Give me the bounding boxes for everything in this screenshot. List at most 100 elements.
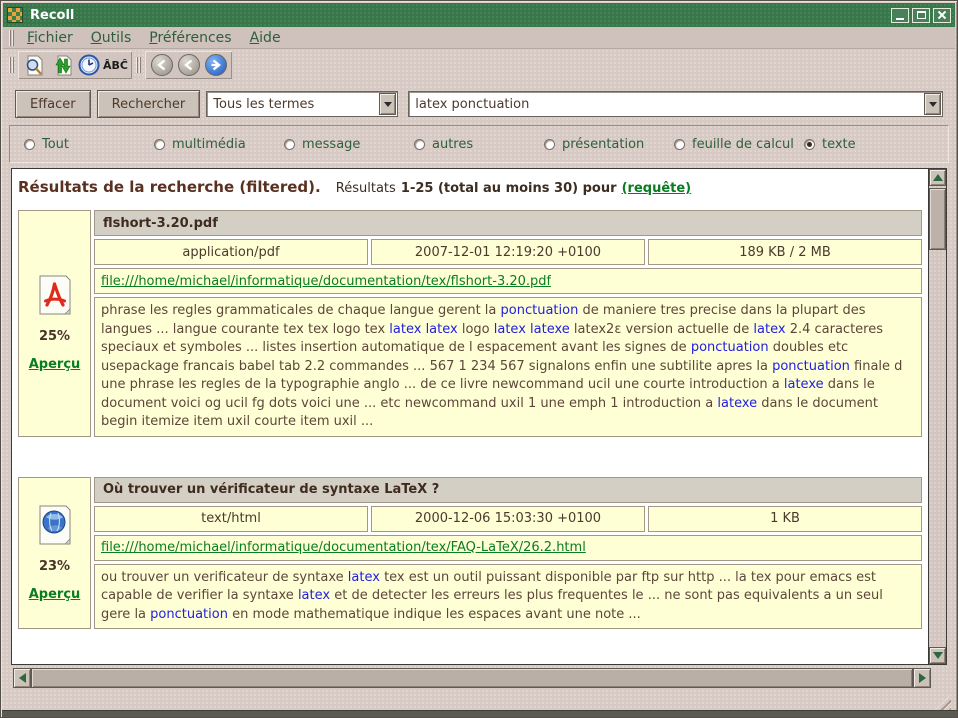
menu-item-0[interactable]: Fichier: [18, 28, 82, 48]
scroll-right-icon: [919, 673, 926, 683]
clear-search-icon[interactable]: [21, 52, 48, 78]
filter-label: texte: [822, 137, 856, 152]
app-checker-icon: [7, 7, 23, 23]
result-date: 2007-12-01 12:19:20 +0100: [371, 239, 645, 265]
window-title: Recoll: [30, 8, 891, 23]
result-title: Où trouver un vérificateur de syntaxe La…: [94, 477, 922, 503]
maximize-button[interactable]: [912, 8, 930, 23]
radio-icon[interactable]: [414, 139, 425, 150]
toolbar-drag-handle-2[interactable]: [136, 57, 141, 73]
scroll-down-button[interactable]: [929, 647, 946, 664]
recoll-window: Recoll FichierOutilsPréférencesAide: [0, 0, 958, 718]
toolbar-drag-handle-1[interactable]: [9, 57, 14, 73]
result-title: flshort-3.20.pdf: [94, 210, 922, 236]
minimize-icon: [896, 18, 904, 20]
result-date: 2000-12-06 15:03:30 +0100: [371, 506, 645, 532]
result-item: 23% Aperçu Où trouver un vérificateur de…: [18, 477, 922, 630]
search-button[interactable]: Rechercher: [97, 90, 201, 118]
result-size: 1 KB: [648, 506, 922, 532]
result-url-cell: file:///home/michael/informatique/docume…: [94, 535, 922, 561]
previous-page-button[interactable]: [175, 52, 202, 78]
history-clock-icon[interactable]: [75, 52, 102, 78]
close-icon: [937, 10, 947, 20]
forward-arrow-icon: [205, 54, 227, 76]
query-type-value: Tous les termes: [207, 97, 379, 112]
document-type-filter: Tout multimédia message autres présentat…: [9, 125, 949, 163]
result-meta-row: text/html 2000-12-06 15:03:30 +0100 1 KB: [94, 506, 922, 532]
radio-icon[interactable]: [154, 139, 165, 150]
filter-label: Tout: [42, 137, 69, 152]
scroll-left-icon: [19, 673, 26, 683]
filter-option-6[interactable]: texte: [804, 137, 934, 152]
scroll-up-button[interactable]: [929, 169, 946, 186]
filter-option-4[interactable]: présentation: [544, 137, 674, 152]
preview-link[interactable]: Aperçu: [29, 357, 81, 372]
search-input[interactable]: [409, 92, 924, 116]
search-history-arrow-icon[interactable]: [924, 93, 941, 115]
first-page-button[interactable]: [148, 52, 175, 78]
filter-option-2[interactable]: message: [284, 137, 414, 152]
menu-item-3[interactable]: Aide: [241, 28, 290, 48]
scroll-right-button[interactable]: [913, 668, 931, 688]
term-explorer-icon[interactable]: ÂBĈ: [102, 52, 129, 78]
next-page-button[interactable]: [202, 52, 229, 78]
radio-icon[interactable]: [284, 139, 295, 150]
scroll-left-button[interactable]: [13, 668, 31, 688]
search-input-combo: [408, 91, 943, 117]
result-snippet: phrase les regles grammaticales de chaqu…: [94, 297, 922, 437]
file-type-icon: [37, 274, 73, 316]
scroll-up-icon: [933, 174, 943, 181]
filter-option-5[interactable]: feuille de calcul: [674, 137, 804, 152]
menubar-drag-handle[interactable]: [9, 30, 14, 46]
result-size: 189 KB / 2 MB: [648, 239, 922, 265]
filter-label: présentation: [562, 137, 644, 152]
menu-bar: FichierOutilsPréférencesAide: [3, 27, 955, 49]
result-mime-type: text/html: [94, 506, 368, 532]
preview-link[interactable]: Aperçu: [29, 587, 81, 602]
result-side-panel: 23% Aperçu: [18, 477, 91, 630]
maximize-icon: [917, 11, 926, 19]
status-bar: [3, 691, 957, 712]
radio-icon[interactable]: [24, 139, 35, 150]
horizontal-scrollbar[interactable]: [13, 668, 931, 688]
result-url-cell: file:///home/michael/informatique/docume…: [94, 268, 922, 294]
radio-icon[interactable]: [804, 139, 815, 150]
close-button[interactable]: [933, 8, 951, 23]
toolbar: ÂBĈ: [3, 49, 955, 81]
clear-button[interactable]: Effacer: [15, 90, 91, 118]
query-details-link[interactable]: (requête): [622, 181, 692, 196]
window-bottom-edge: [2, 710, 958, 717]
dropdown-arrow-icon[interactable]: [379, 93, 396, 115]
result-meta-row: application/pdf 2007-12-01 12:19:20 +010…: [94, 239, 922, 265]
radio-icon[interactable]: [674, 139, 685, 150]
horizontal-scroll-thumb[interactable]: [31, 668, 913, 688]
result-side-panel: 25% Aperçu: [18, 210, 91, 437]
query-type-select[interactable]: Tous les termes: [206, 91, 398, 117]
resize-grip[interactable]: [935, 694, 951, 710]
doc-magnifier-icon: [23, 53, 47, 77]
results-heading: Résultats de la recherche (filtered). Ré…: [18, 177, 922, 196]
search-row: Effacer Rechercher Tous les termes: [15, 89, 943, 119]
toolbar-group-main: ÂBĈ: [18, 51, 132, 79]
filter-option-0[interactable]: Tout: [24, 137, 154, 152]
filter-label: feuille de calcul: [692, 137, 794, 152]
relevance-percent: 23%: [39, 559, 70, 574]
filter-label: message: [302, 137, 360, 152]
results-summary-prefix: Résultats: [336, 181, 396, 196]
result-item: 25% Aperçu flshort-3.20.pdf application/…: [18, 210, 922, 437]
filter-option-1[interactable]: multimédia: [154, 137, 284, 152]
menu-item-2[interactable]: Préférences: [140, 28, 240, 48]
result-url-link[interactable]: file:///home/michael/informatique/docume…: [101, 274, 551, 289]
minimize-button[interactable]: [891, 8, 909, 23]
title-bar[interactable]: Recoll: [3, 3, 955, 27]
menu-item-1[interactable]: Outils: [82, 28, 140, 48]
results-summary-count: 1-25 (total au moins 30) pour: [401, 181, 617, 196]
radio-icon[interactable]: [544, 139, 555, 150]
sort-document-icon[interactable]: [48, 52, 75, 78]
vertical-scroll-thumb[interactable]: [929, 188, 946, 250]
vertical-scrollbar[interactable]: [928, 169, 946, 664]
filter-option-3[interactable]: autres: [414, 137, 544, 152]
result-url-link[interactable]: file:///home/michael/informatique/docume…: [101, 540, 586, 555]
vertical-scroll-track[interactable]: [929, 250, 946, 647]
filter-label: multimédia: [172, 137, 246, 152]
